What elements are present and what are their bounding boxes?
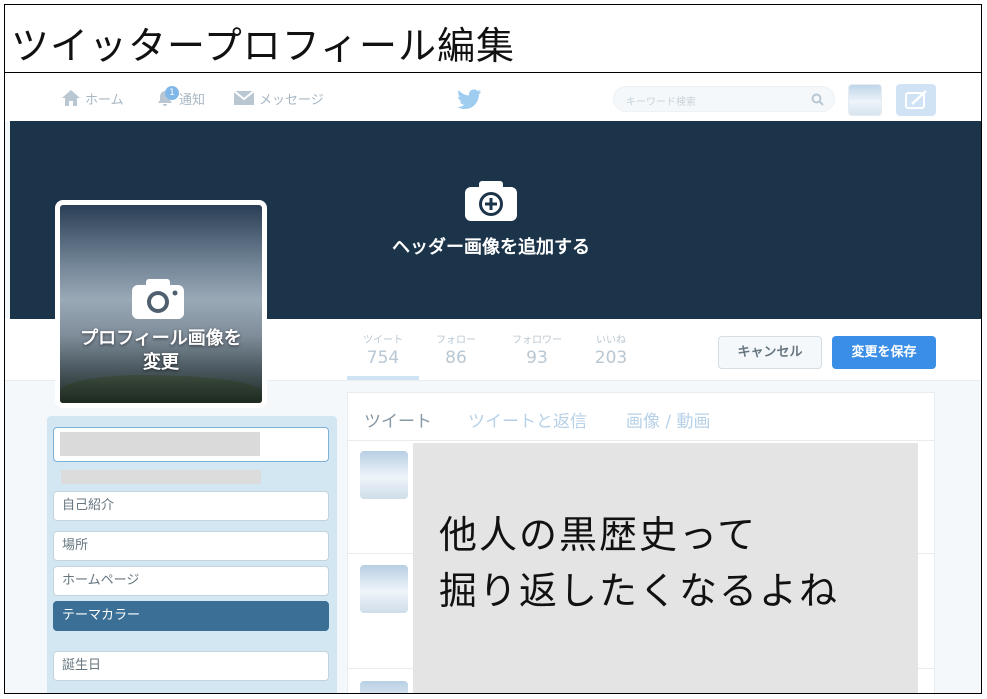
- speech-text: 他人の黒歴史って 掘り返したくなるよね: [439, 513, 840, 613]
- stat-followers[interactable]: フォロワー 93: [505, 331, 569, 368]
- comic-panel: ツイッタープロフィール編集 ホーム 通知 1 メッセージ キーワード検索 ヘッダ…: [4, 4, 982, 694]
- twitter-bird-icon[interactable]: [457, 89, 481, 109]
- nav-home-label: ホーム: [85, 92, 124, 108]
- speech-box: 他人の黒歴史って 掘り返したくなるよね: [413, 443, 918, 693]
- cancel-button[interactable]: キャンセル: [718, 336, 822, 369]
- stat-label: ツイート: [363, 335, 403, 346]
- camera-icon: [132, 279, 184, 319]
- bio-field[interactable]: 自己紹介: [53, 491, 329, 521]
- stat-value: 93: [526, 348, 548, 368]
- tab-media[interactable]: 画像 / 動画: [626, 407, 711, 432]
- theme-color-button[interactable]: テーマカラー: [53, 601, 329, 631]
- profile-image[interactable]: プロフィール画像を変更: [55, 200, 267, 408]
- tab-tweets[interactable]: ツイート: [364, 407, 432, 432]
- tweet-avatar[interactable]: [360, 565, 408, 613]
- stat-value: 754: [366, 348, 400, 368]
- save-changes-button[interactable]: 変更を保存: [832, 336, 936, 369]
- location-field[interactable]: 場所: [53, 531, 329, 561]
- tweet-avatar[interactable]: [360, 451, 408, 499]
- stat-likes[interactable]: いいね 203: [591, 331, 631, 368]
- twitter-profile-editor: ホーム 通知 1 メッセージ キーワード検索 ヘッダー画像を追加する ツイート …: [5, 74, 981, 693]
- name-field[interactable]: [53, 427, 329, 462]
- page-title: ツイッタープロフィール編集: [11, 24, 515, 68]
- search-placeholder: キーワード検索: [626, 97, 696, 108]
- home-icon: [62, 90, 80, 106]
- website-field[interactable]: ホームページ: [53, 566, 329, 596]
- stat-following[interactable]: フォロー 86: [431, 331, 481, 368]
- compose-icon: [905, 90, 927, 109]
- nav-notifications[interactable]: 通知: [155, 88, 205, 108]
- search-input[interactable]: キーワード検索: [613, 86, 835, 112]
- notification-badge: 1: [165, 86, 179, 100]
- nav-home[interactable]: ホーム: [61, 88, 124, 108]
- handle-redacted: [61, 470, 261, 484]
- stat-value: 86: [445, 348, 467, 368]
- camera-plus-icon: [465, 181, 517, 221]
- envelope-icon: [233, 90, 255, 105]
- profile-edit-panel: 自己紹介 場所 ホームページ テーマカラー 誕生日: [47, 416, 337, 693]
- nav-messages-label: メッセージ: [259, 92, 324, 108]
- nav-messages[interactable]: メッセージ: [233, 88, 324, 108]
- nav-notifications-label: 通知: [179, 92, 206, 108]
- profile-image-hills: [60, 375, 262, 403]
- compose-tweet-button[interactable]: [896, 84, 936, 116]
- stat-tweets[interactable]: ツイート 754: [358, 331, 408, 368]
- search-icon[interactable]: [811, 93, 824, 106]
- change-profile-image-label: プロフィール画像を変更: [80, 328, 242, 373]
- active-stat-indicator: [347, 376, 419, 380]
- tab-tweets-and-replies[interactable]: ツイートと返信: [468, 407, 587, 432]
- stat-label: いいね: [596, 335, 626, 346]
- avatar[interactable]: [848, 84, 882, 116]
- stat-label: フォロワー: [512, 335, 562, 346]
- timeline-tabs: ツイート ツイートと返信 画像 / 動画: [348, 393, 934, 441]
- stat-label: フォロー: [436, 335, 476, 346]
- title-bar: ツイッタープロフィール編集: [5, 5, 981, 73]
- stat-value: 203: [594, 348, 628, 368]
- tweet-avatar[interactable]: [360, 681, 408, 693]
- top-nav: ホーム 通知 1 メッセージ キーワード検索: [5, 74, 981, 121]
- name-redacted: [60, 432, 260, 456]
- birthday-field[interactable]: 誕生日: [53, 651, 329, 681]
